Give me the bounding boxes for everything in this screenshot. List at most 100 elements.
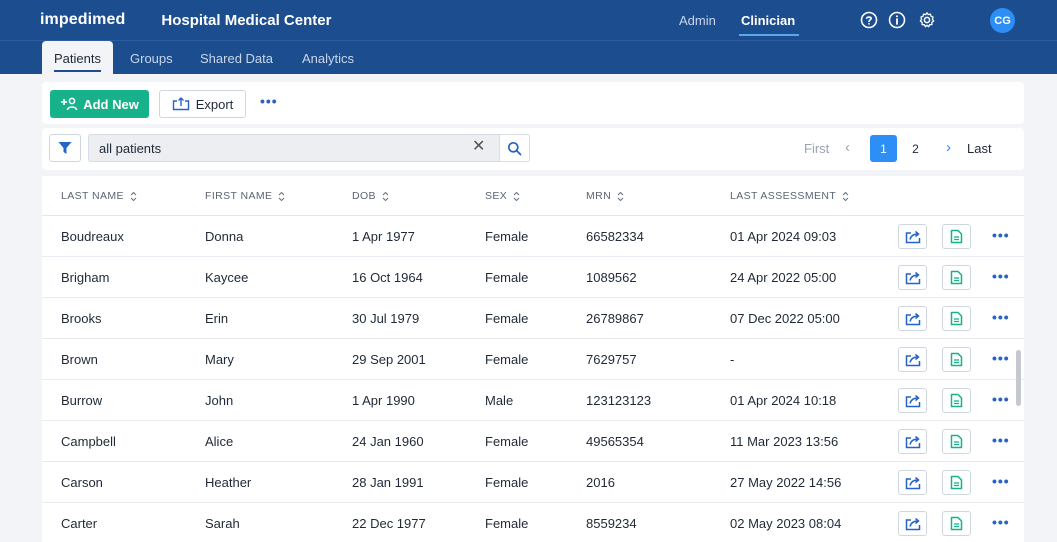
tab-groups[interactable]: Groups (130, 41, 173, 75)
pagination-page-2[interactable]: 2 (902, 135, 929, 162)
row-more-button[interactable]: ••• (992, 227, 1010, 243)
table-scrollbar-thumb[interactable] (1016, 350, 1021, 406)
table-row[interactable]: Brown Mary 29 Sep 2001 Female 7629757 - ••• (42, 339, 1024, 380)
info-icon[interactable] (888, 11, 906, 29)
cell-last-name: Brigham (61, 270, 110, 285)
tab-shared-data[interactable]: Shared Data (200, 41, 273, 75)
report-button[interactable] (942, 388, 971, 413)
export-label: Export (195, 96, 234, 112)
role-tab-admin[interactable]: Admin (679, 0, 716, 40)
cell-first-name: Kaycee (205, 270, 249, 285)
cell-last-assessment: 11 Mar 2023 13:56 (730, 434, 839, 449)
tab-patients[interactable]: Patients (42, 41, 113, 75)
row-more-button[interactable]: ••• (992, 473, 1010, 489)
column-header-last-name[interactable]: LAST NAME (61, 190, 137, 202)
column-header-label: MRN (586, 190, 612, 202)
report-button[interactable] (942, 511, 971, 536)
sort-icon (513, 191, 520, 201)
report-button[interactable] (942, 306, 971, 331)
search-button[interactable] (500, 134, 530, 162)
pagination-first[interactable]: First (804, 141, 829, 156)
cell-sex: Female (485, 311, 529, 326)
row-more-button[interactable]: ••• (992, 309, 1010, 325)
settings-gear-icon[interactable] (918, 11, 936, 29)
column-header-sex[interactable]: SEX (485, 190, 520, 202)
row-more-button[interactable]: ••• (992, 432, 1010, 448)
toolbar-more-button[interactable]: ••• (260, 93, 278, 109)
column-header-label: DOB (352, 190, 376, 202)
share-export-icon (905, 476, 920, 489)
action-toolbar: Add New Export ••• (42, 82, 1024, 124)
share-button[interactable] (898, 306, 927, 331)
user-avatar[interactable]: CG (990, 8, 1015, 33)
row-more-button[interactable]: ••• (992, 268, 1010, 284)
table-row[interactable]: Burrow John 1 Apr 1990 Male 123123123 01 Apr … (42, 380, 1024, 421)
cell-first-name: Donna (205, 229, 244, 244)
share-button[interactable] (898, 265, 927, 290)
table-header: LAST NAME FIRST NAME DOB SEX MRN LAST ASSESSM… (42, 176, 1024, 216)
cell-last-name: Carson (61, 475, 103, 490)
report-document-icon (950, 229, 963, 244)
share-button[interactable] (898, 470, 927, 495)
tab-analytics[interactable]: Analytics (302, 41, 354, 75)
role-tab-clinician[interactable]: Clinician (738, 0, 800, 40)
cell-last-name: Carter (61, 516, 98, 531)
report-button[interactable] (942, 347, 971, 372)
brand-logo[interactable]: impedimed (40, 11, 125, 29)
report-button[interactable] (942, 224, 971, 249)
table-row[interactable]: Boudreaux Donna 1 Apr 1977 Female 66582334 01… (42, 216, 1024, 257)
cell-last-assessment: 27 May 2022 14:56 (730, 475, 842, 490)
filter-button[interactable] (49, 134, 81, 162)
cell-mrn: 2016 (586, 475, 615, 490)
report-button[interactable] (942, 470, 971, 495)
cell-dob: 30 Jul 1979 (352, 311, 420, 326)
column-header-dob[interactable]: DOB (352, 190, 389, 202)
cell-last-name: Brown (61, 352, 98, 367)
section-tabs: Patients Groups Shared Data Analytics (0, 40, 1057, 75)
table-row[interactable]: Carter Sarah 22 Dec 1977 Female 8559234 02 Ma… (42, 503, 1024, 542)
cell-first-name: Erin (205, 311, 229, 326)
share-export-icon (905, 353, 920, 366)
sort-icon (382, 191, 389, 201)
report-document-icon (950, 270, 963, 285)
column-header-first-name[interactable]: FIRST NAME (205, 190, 285, 202)
report-document-icon (950, 352, 963, 367)
help-icon[interactable] (860, 11, 878, 29)
row-more-button[interactable]: ••• (992, 350, 1010, 366)
row-more-button[interactable]: ••• (992, 391, 1010, 407)
row-more-button[interactable]: ••• (992, 514, 1010, 530)
pagination-next-icon[interactable]: › (946, 139, 951, 156)
report-button[interactable] (942, 265, 971, 290)
column-header-mrn[interactable]: MRN (586, 190, 624, 202)
cell-mrn: 8559234 (586, 516, 637, 531)
share-button[interactable] (898, 224, 927, 249)
share-button[interactable] (898, 511, 927, 536)
cell-last-name: Boudreaux (61, 229, 124, 244)
cell-mrn: 1089562 (586, 270, 637, 285)
table-row[interactable]: Campbell Alice 24 Jan 1960 Female 49565354 11… (42, 421, 1024, 462)
pagination-prev-icon[interactable]: ‹ (845, 139, 850, 156)
share-export-icon (905, 517, 920, 530)
patient-search-input[interactable] (88, 134, 500, 162)
share-button[interactable] (898, 429, 927, 454)
pagination-last[interactable]: Last (967, 141, 992, 156)
report-document-icon (950, 393, 963, 408)
cell-sex: Female (485, 229, 529, 244)
add-new-button[interactable]: Add New (50, 90, 149, 118)
column-header-last-assessment[interactable]: LAST ASSESSMENT (730, 190, 849, 202)
report-button[interactable] (942, 429, 971, 454)
table-row[interactable]: Carson Heather 28 Jan 1991 Female 2016 27 May… (42, 462, 1024, 503)
share-button[interactable] (898, 388, 927, 413)
share-export-icon (905, 230, 920, 243)
organization-name: Hospital Medical Center (161, 11, 332, 29)
table-row[interactable]: Brigham Kaycee 16 Oct 1964 Female 1089562 24 … (42, 257, 1024, 298)
share-button[interactable] (898, 347, 927, 372)
clear-search-icon[interactable]: ✕ (472, 138, 485, 156)
table-row[interactable]: Brooks Erin 30 Jul 1979 Female 26789867 07 De… (42, 298, 1024, 339)
report-document-icon (950, 311, 963, 326)
pagination-page-1[interactable]: 1 (870, 135, 897, 162)
cell-first-name: John (205, 393, 234, 408)
share-export-icon (905, 271, 920, 284)
sort-icon (617, 191, 624, 201)
export-button[interactable]: Export (159, 90, 246, 118)
